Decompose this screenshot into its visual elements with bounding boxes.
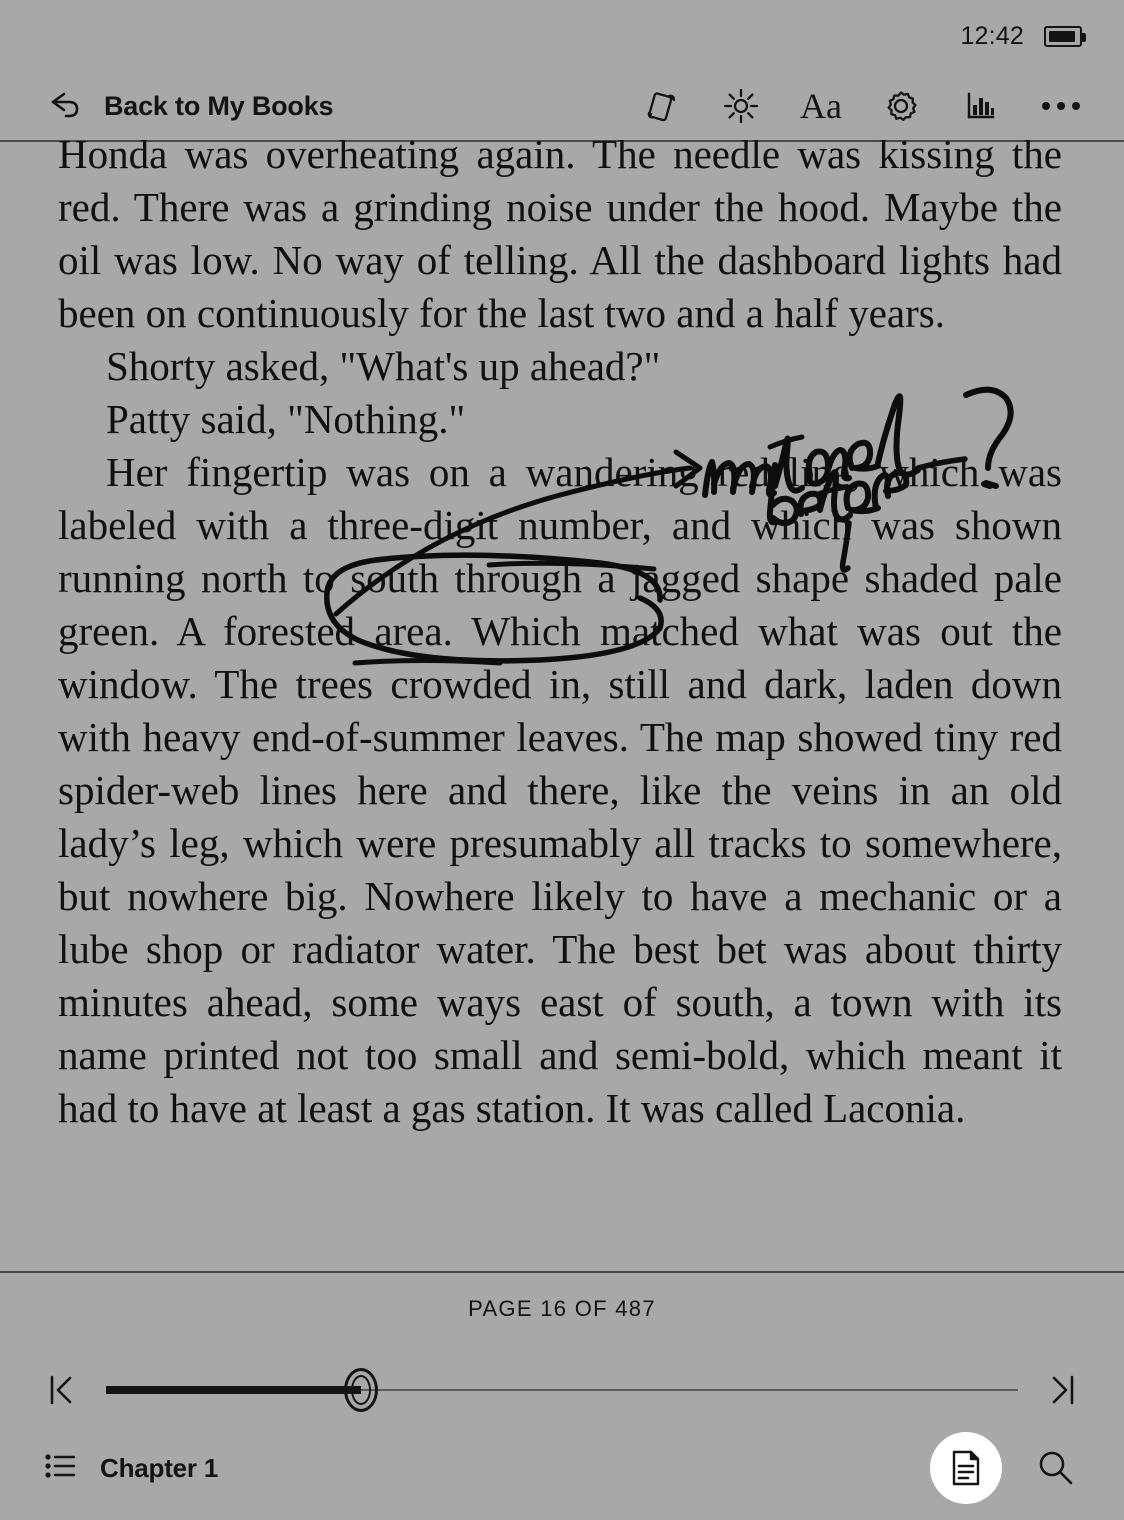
paragraph: Honda was overheating again. The needle … <box>58 140 1062 336</box>
reading-stats-icon[interactable] <box>960 85 1002 127</box>
bottom-toolbar: Chapter 1 <box>0 1432 1124 1504</box>
bottom-right-actions <box>930 1432 1084 1504</box>
reading-pane[interactable]: Honda was overheating again. The needle … <box>0 140 1124 1271</box>
paragraph: Patty said, "Nothing." <box>106 396 466 442</box>
skip-to-end-icon[interactable] <box>1034 1362 1090 1418</box>
reading-progress-slider[interactable] <box>106 1362 1018 1418</box>
settings-gear-icon[interactable] <box>880 85 922 127</box>
rotation-lock-icon[interactable] <box>640 85 682 127</box>
status-bar: 12:42 <box>0 0 1124 72</box>
brightness-icon[interactable] <box>720 85 762 127</box>
status-time: 12:42 <box>960 21 1024 50</box>
back-label: Back to My Books <box>104 90 334 121</box>
search-icon[interactable] <box>1028 1440 1084 1496</box>
paragraph: Shorty asked, "What's up ahead?" <box>106 343 661 389</box>
notes-document-icon[interactable] <box>930 1432 1002 1504</box>
font-size-icon[interactable]: Aa <box>800 85 842 127</box>
top-toolbar: Back to My Books Aa <box>0 72 1124 140</box>
back-to-my-books-button[interactable]: Back to My Books <box>42 83 334 130</box>
book-text-body: Honda was overheating again. The needle … <box>58 140 1062 1135</box>
page-indicator: PAGE 16 OF 487 <box>468 1296 656 1321</box>
font-size-label: Aa <box>800 86 842 126</box>
table-of-contents-icon <box>42 1447 80 1490</box>
chapter-label: Chapter 1 <box>100 1452 219 1483</box>
back-arrow-icon <box>42 83 84 130</box>
slider-track-fill <box>106 1386 362 1394</box>
footer-divider <box>0 1271 1124 1273</box>
more-options-icon[interactable] <box>1040 85 1082 127</box>
paragraph: Her fingertip was on a wandering red lin… <box>58 449 1062 1131</box>
chapter-button[interactable]: Chapter 1 <box>42 1447 218 1490</box>
skip-to-start-icon[interactable] <box>34 1362 90 1418</box>
battery-icon <box>1044 25 1086 47</box>
progress-slider-row <box>0 1360 1124 1420</box>
slider-thumb[interactable] <box>344 1368 379 1412</box>
toolbar-icon-group: Aa <box>640 85 1082 127</box>
